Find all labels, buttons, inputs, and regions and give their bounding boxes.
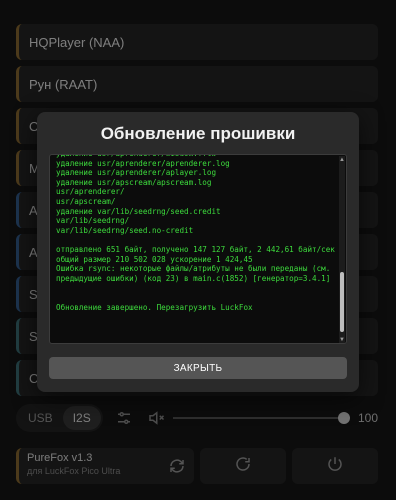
log-line: usr/apscream/	[56, 196, 116, 206]
firmware-update-dialog: Обновление прошивки удаление usr/aprende…	[37, 112, 359, 392]
log-text: удаление usr/aprenderer/wisdom.fftwудале…	[56, 155, 336, 312]
dialog-title: Обновление прошивки	[100, 124, 296, 143]
log-scrollbar[interactable]: ▲ ▼	[339, 156, 345, 343]
scroll-thumb[interactable]	[340, 272, 344, 332]
close-button[interactable]: ЗАКРЫТЬ	[49, 357, 347, 379]
log-line: usr/aprenderer/	[56, 187, 125, 197]
log-line: удаление usr/aprenderer/aplayer.log	[56, 168, 217, 178]
update-log[interactable]: удаление usr/aprenderer/wisdom.fftwудале…	[49, 154, 347, 344]
log-line: отправлено 651 байт, получено 147 127 ба…	[56, 244, 335, 254]
log-line: Ошибка rsync: некоторые файлы/атрибуты н…	[56, 264, 335, 283]
log-line: var/lib/seedrng/seed.no-credit	[56, 225, 194, 235]
scroll-up-icon[interactable]: ▲	[339, 156, 345, 164]
log-line: удаление usr/aprenderer/aprenderer.log	[56, 158, 230, 168]
scroll-down-icon[interactable]: ▼	[339, 336, 345, 343]
log-line: удаление var/lib/seedrng/seed.credit	[56, 206, 221, 216]
log-line: удаление usr/apscream/apscream.log	[56, 177, 212, 187]
log-line: var/lib/seedrng/	[56, 216, 130, 226]
log-line: общий размер 210 502 028 ускорение 1 424…	[56, 254, 253, 264]
log-line: Обновление завершено. Перезагрузить Luck…	[56, 302, 253, 312]
